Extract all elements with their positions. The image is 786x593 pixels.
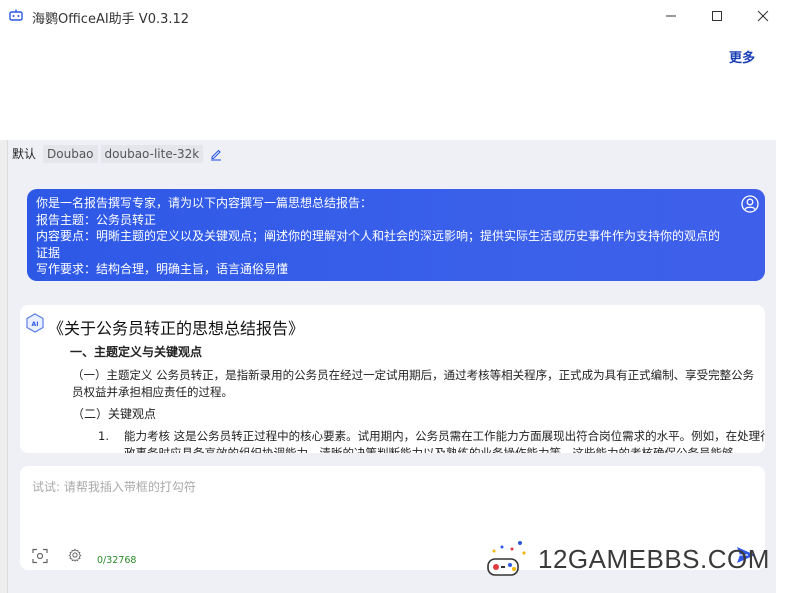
tab-model[interactable]: doubao-lite-32k xyxy=(100,145,204,163)
user-message-line: 你是一名报告撰写专家，请为以下内容撰写一篇思想总结报告： xyxy=(36,196,373,210)
prompt-input[interactable] xyxy=(30,476,754,540)
screenshot-icon[interactable] xyxy=(32,548,48,564)
ai-answer-card: AI 《关于公务员转正的思想总结报告》 一、主题定义与关键观点 （一）主题定义 … xyxy=(20,305,765,453)
answer-list-item: 1. 能力考核 这是公务员转正过程中的核心要素。试用期内，公务员需在工作能力方面… xyxy=(98,428,765,453)
tab-default[interactable]: 默认 xyxy=(8,145,40,163)
list-number: 1. xyxy=(98,429,109,443)
user-message-bubble: 你是一名报告撰写专家，请为以下内容撰写一篇思想总结报告： 报告主题：公务员转正 … xyxy=(27,189,765,281)
title-bar: 海鹦OfficeAI助手 V0.3.12 xyxy=(0,0,786,32)
edit-icon[interactable] xyxy=(209,147,223,161)
watermark-text: 12GAMEBBS.COM xyxy=(538,543,770,574)
answer-subheading: （二）关键观点 xyxy=(72,407,157,421)
header-area xyxy=(0,32,786,140)
settings-gear-icon[interactable] xyxy=(68,548,82,562)
minimize-icon xyxy=(666,15,676,17)
svg-text:AI: AI xyxy=(32,321,39,328)
close-button[interactable] xyxy=(740,0,786,32)
token-counter: 0/32768 xyxy=(97,555,137,566)
window-title: 海鹦OfficeAI助手 V0.3.12 xyxy=(32,12,190,27)
ai-assistant-icon: AI xyxy=(26,313,44,333)
close-icon xyxy=(757,10,769,22)
answer-title: 《关于公务员转正的思想总结报告》 xyxy=(48,319,305,338)
user-message-line: 写作要求：结构合理，明确主旨，语言通俗易懂 xyxy=(36,262,289,276)
user-message-line: 内容要点：明晰主题的定义以及关键观点；阐述你的理解对个人和社会的深远影响；提供实… xyxy=(36,229,721,260)
minimize-button[interactable] xyxy=(648,0,694,32)
tab-provider[interactable]: Doubao xyxy=(43,145,98,163)
answer-paragraph: （一）主题定义 公务员转正，是指新录用的公务员在经过一定试用期后，通过考核等相关… xyxy=(72,368,755,399)
user-avatar-icon xyxy=(741,195,759,213)
gamepad-logo-icon xyxy=(487,541,526,576)
app-logo-icon xyxy=(9,9,23,21)
model-tabs: 默认 Doubao doubao-lite-32k xyxy=(8,145,223,163)
maximize-button[interactable] xyxy=(694,0,740,32)
watermark: 12GAMEBBS.COM xyxy=(486,537,770,581)
more-link[interactable]: 更多 xyxy=(729,47,755,66)
list-text: 能力考核 这是公务员转正过程中的核心要素。试用期内，公务员需在工作能力方面展现出… xyxy=(124,429,765,453)
maximize-icon xyxy=(712,11,722,21)
left-edge-panel xyxy=(0,140,8,593)
user-message-line: 报告主题：公务员转正 xyxy=(36,212,157,227)
answer-heading: 一、主题定义与关键观点 xyxy=(70,345,203,359)
